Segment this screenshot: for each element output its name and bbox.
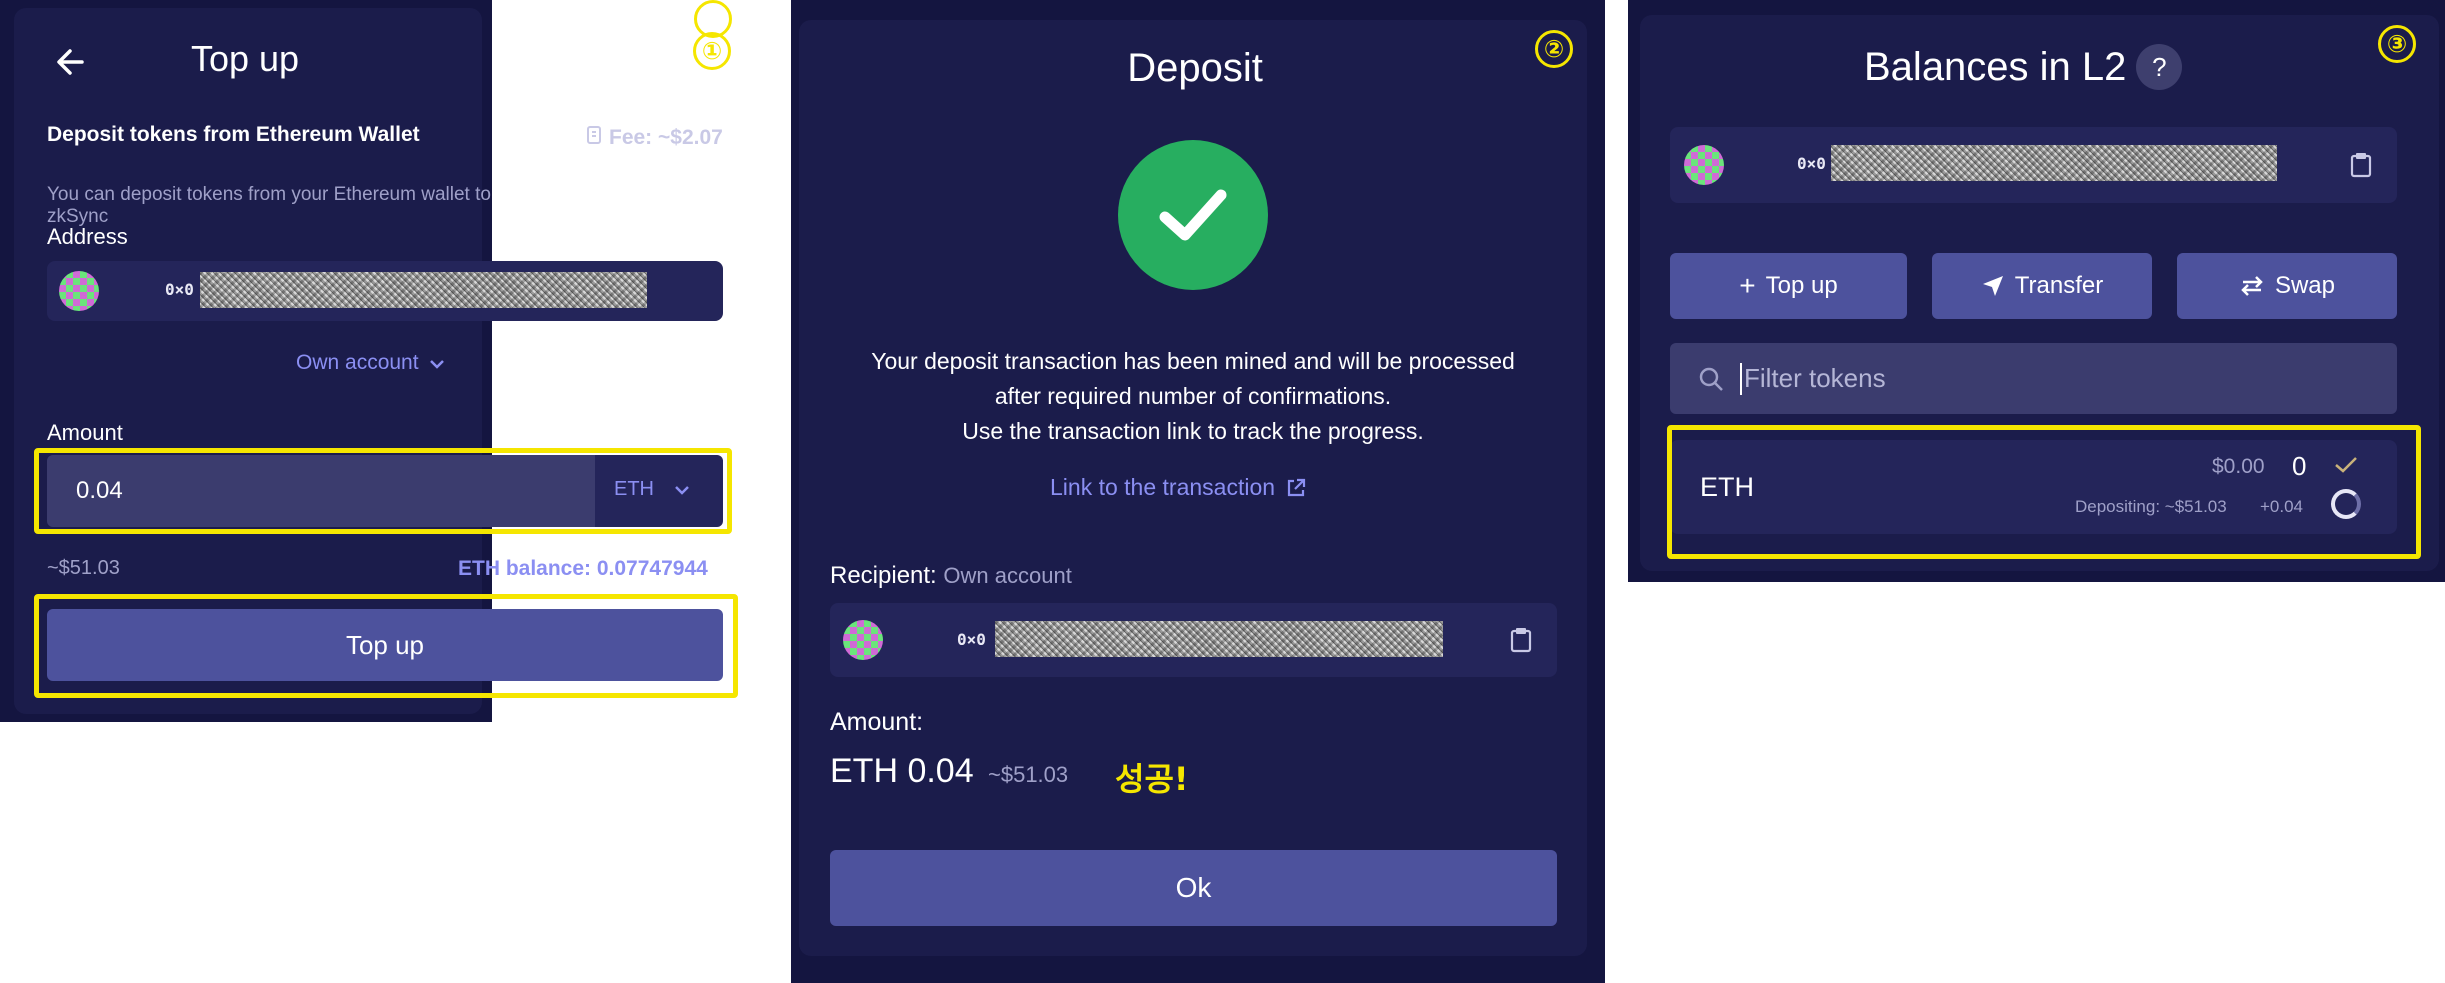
transfer-button[interactable]: Transfer: [1932, 253, 2152, 319]
topup-button[interactable]: + Top up: [1670, 253, 1907, 319]
amount-label: Amount: [47, 420, 123, 445]
avatar: [59, 271, 99, 311]
filter-placeholder: Filter tokens: [1744, 363, 1886, 393]
swap-icon: [2241, 276, 2263, 296]
own-account-label: Own account: [296, 351, 419, 374]
redacted-address: [200, 272, 647, 308]
clipboard-icon[interactable]: [1508, 626, 1534, 659]
page-title: Top up: [190, 38, 300, 79]
plus-icon: +: [1739, 270, 1756, 301]
step-2-badge: ②: [1535, 30, 1573, 68]
ok-button[interactable]: Ok: [830, 850, 1557, 926]
avatar: [843, 620, 883, 660]
external-link-icon: [1287, 478, 1306, 496]
step-1-badge: ①: [693, 32, 731, 70]
highlight-token-row: [1667, 425, 2421, 559]
page-title: Balances in L2 ?: [1864, 44, 2183, 90]
search-icon: [1699, 367, 1723, 391]
address-prefix: 0×0: [165, 280, 194, 299]
recipient-label: Recipient: Own account: [830, 562, 1072, 589]
amount-label: Amount:: [830, 708, 924, 736]
highlight-amount: [34, 448, 732, 534]
success-note: 성공!: [1115, 760, 1189, 798]
receipt-icon: [585, 125, 605, 151]
chevron-down-icon: [429, 351, 445, 375]
help-icon[interactable]: ?: [2136, 44, 2183, 90]
redacted-address: [1831, 145, 2277, 181]
eth-balance[interactable]: ETH balance: 0.07747944: [458, 557, 708, 581]
step-3-badge: ③: [2378, 25, 2416, 63]
back-arrow-icon[interactable]: [52, 44, 88, 80]
success-check-icon: [1118, 140, 1268, 290]
fee-info-text: Fee: ~$2.07: [585, 125, 723, 151]
avatar: [1684, 145, 1724, 185]
amount-value: ETH 0.04: [830, 752, 974, 790]
address-prefix: 0×0: [1797, 154, 1826, 173]
page-title: Deposit: [1127, 46, 1263, 90]
redacted-address: [995, 621, 1443, 657]
deposit-message: Your deposit transaction has been mined …: [871, 348, 1515, 444]
amount-usd: ~$51.03: [988, 762, 1069, 787]
usd-value: ~$51.03: [47, 557, 120, 579]
clipboard-icon[interactable]: [2348, 151, 2374, 184]
own-account-select[interactable]: Own account: [296, 351, 445, 375]
filter-input[interactable]: Filter tokens: [1670, 343, 2397, 414]
address-prefix: 0×0: [957, 630, 986, 649]
transaction-link[interactable]: Link to the transaction: [1050, 474, 1307, 501]
deposit-subtitle: Deposit tokens from Ethereum Wallet: [47, 123, 420, 146]
swap-button[interactable]: Swap: [2177, 253, 2397, 319]
description: You can deposit tokens from your Ethereu…: [47, 184, 491, 227]
highlight-topup: [34, 594, 738, 698]
send-icon: [1982, 276, 2003, 296]
address-label: Address: [47, 224, 128, 249]
